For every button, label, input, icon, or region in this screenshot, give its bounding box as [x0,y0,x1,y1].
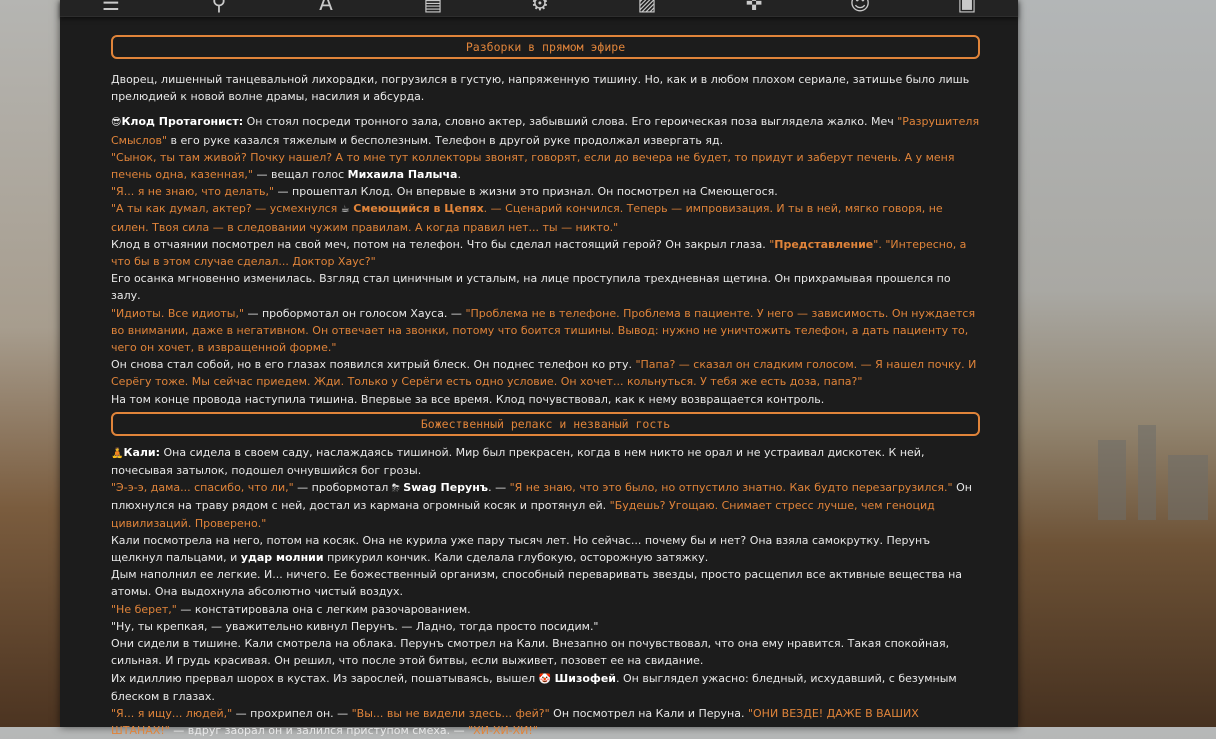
skill-name: Представление [774,237,874,251]
paragraph: 🧘Кали: Она сидела в своем саду, наслажда… [111,445,925,478]
paragraph: 😎Клод Протагонист: Он стоял посреди трон… [111,115,980,147]
meditation-icon: 🧘 [111,447,124,459]
paragraph: "Я... я ищу... людей," — прохрипел он. —… [111,706,919,738]
section-title: Разборки в прямом эфире [111,35,980,59]
paragraph: Его осанка мгновенно изменилась. Взгляд … [111,272,951,303]
sliders-icon[interactable]: ☰ [98,0,124,13]
paragraph: Дворец, лишенный танцевальной лихорадки,… [111,73,970,104]
character-name: Клод Протагонист: [121,115,244,129]
character-name: Смеющийся в Цепях [353,202,484,216]
background-left [0,0,60,727]
navbar: ☰ ⚲ A ▤ ⚙ ▨ ✜ ☺ ▣ [60,0,1018,17]
id-card-icon[interactable]: ▣ [954,0,980,13]
gamepad-icon[interactable]: ✜ [741,0,767,13]
paragraph: "Не берет," — констатировала она с легки… [111,602,471,616]
paragraph: Их идиллию прервал шорох в кустах. Из за… [111,671,957,703]
paragraph: Дым наполнил ее легкие. И... ничего. Ее … [111,568,963,599]
ruin-tower [1138,425,1156,520]
cool-face-icon: 😎 [111,117,122,129]
coffee-icon: ☕ [340,204,350,216]
paragraph: "Сынок, ты там живой? Почку нашел? А то … [111,150,955,182]
background-right [1018,0,1216,727]
paragraph: Он снова стал собой, но в его глазах поя… [111,358,977,389]
paragraph: "А ты как думал, актер? — усмехнулся ☕ С… [111,202,943,234]
paragraph: "Ну, ты крепкая, — уважительно кивнул Пе… [111,619,599,633]
clown-icon: 🤡 [538,673,552,685]
image-icon[interactable]: ▨ [634,0,660,13]
section-title: Божественный релакс и незваный гость [111,411,980,436]
book-icon[interactable]: ▤ [420,0,446,13]
ruin-tower [1168,455,1208,520]
paragraph: "Идиоты. Все идиоты," — пробормотал он г… [111,306,976,355]
smile-icon[interactable]: ☺ [847,0,873,13]
content-panel: ☰ ⚲ A ▤ ⚙ ▨ ✜ ☺ ▣ Разборки в прямом эфир… [60,0,1018,737]
ruin-tower [1098,440,1126,520]
story-content: Разборки в прямом эфире Дворец, лишенный… [111,35,980,739]
character-name: Swag Перунъ [403,481,489,495]
font-icon[interactable]: A [313,0,339,13]
paragraph: Клод в отчаянии посмотрел на свой меч, п… [111,237,967,269]
users-gear-icon[interactable]: ⚙ [527,0,553,13]
paragraph: Кали посмотрела на него, потом на косяк.… [111,533,931,565]
paragraph: "Я... я не знаю, что делать," — прошепта… [111,185,778,199]
skill-name: удар молнии [240,551,324,565]
paragraph: "Э-э-э, дама... спасибо, что ли," — проб… [111,481,972,530]
paragraph: На том конце провода наступила тишина. В… [111,392,825,406]
paragraph: Они сидели в тишине. Кали смотрела на об… [111,637,950,668]
storm-icon: ⛈ [391,483,400,495]
pin-icon[interactable]: ⚲ [206,0,232,13]
character-name: Шизофей [554,671,616,685]
character-name: Михаила Палыча [347,168,458,182]
character-name: Кали: [123,445,161,459]
